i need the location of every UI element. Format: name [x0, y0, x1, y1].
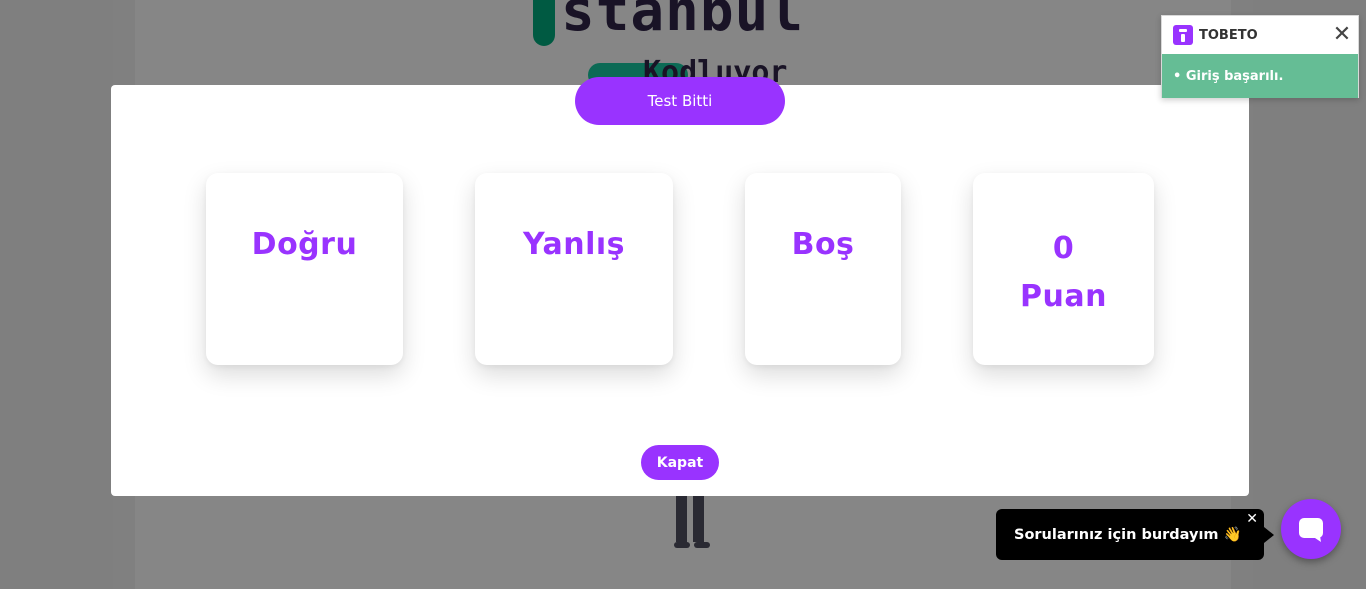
tobeto-logo-icon: [1173, 25, 1193, 45]
figure-leg: [693, 490, 704, 542]
wrong-card: Yanlış: [475, 173, 673, 365]
logo-bar: [533, 0, 555, 46]
correct-card: Doğru: [206, 173, 403, 365]
correct-label: Doğru: [251, 227, 358, 262]
score-card: 0 Puan: [973, 173, 1154, 365]
toast-close-icon[interactable]: ✕: [1332, 24, 1352, 46]
empty-label: Boş: [791, 227, 855, 262]
toast-message: • Giriş başarılı.: [1162, 54, 1358, 98]
chat-greeting-bubble[interactable]: Sorularınız için burdayım 👋 ✕: [996, 509, 1274, 560]
toast-title: TOBETO: [1199, 27, 1258, 43]
close-button[interactable]: Kapat: [641, 445, 719, 480]
toast-notification: TOBETO ✕ • Giriş başarılı.: [1161, 15, 1359, 98]
test-finished-button[interactable]: Test Bitti: [575, 77, 785, 125]
logo-word-istanbul: stanbul: [561, 0, 805, 44]
toast-header: TOBETO ✕: [1162, 16, 1358, 54]
score-label: Puan: [1020, 279, 1107, 314]
figure-shoe: [674, 542, 690, 548]
chat-launcher-button[interactable]: [1281, 499, 1341, 559]
figure-shoe: [694, 542, 710, 548]
wrong-label: Yanlış: [523, 227, 625, 262]
figure-leg: [676, 490, 687, 542]
score-value: 0: [1052, 231, 1075, 266]
illustration-figure: [674, 490, 710, 548]
empty-card: Boş: [745, 173, 901, 365]
istanbul-kodluyor-logo: stanbul Kodluyor: [533, 0, 833, 90]
chat-icon: [1299, 518, 1323, 542]
chat-greeting-text: Sorularınız için burdayım 👋: [1014, 527, 1242, 543]
chat-bubble-close-icon[interactable]: ✕: [1246, 512, 1258, 526]
